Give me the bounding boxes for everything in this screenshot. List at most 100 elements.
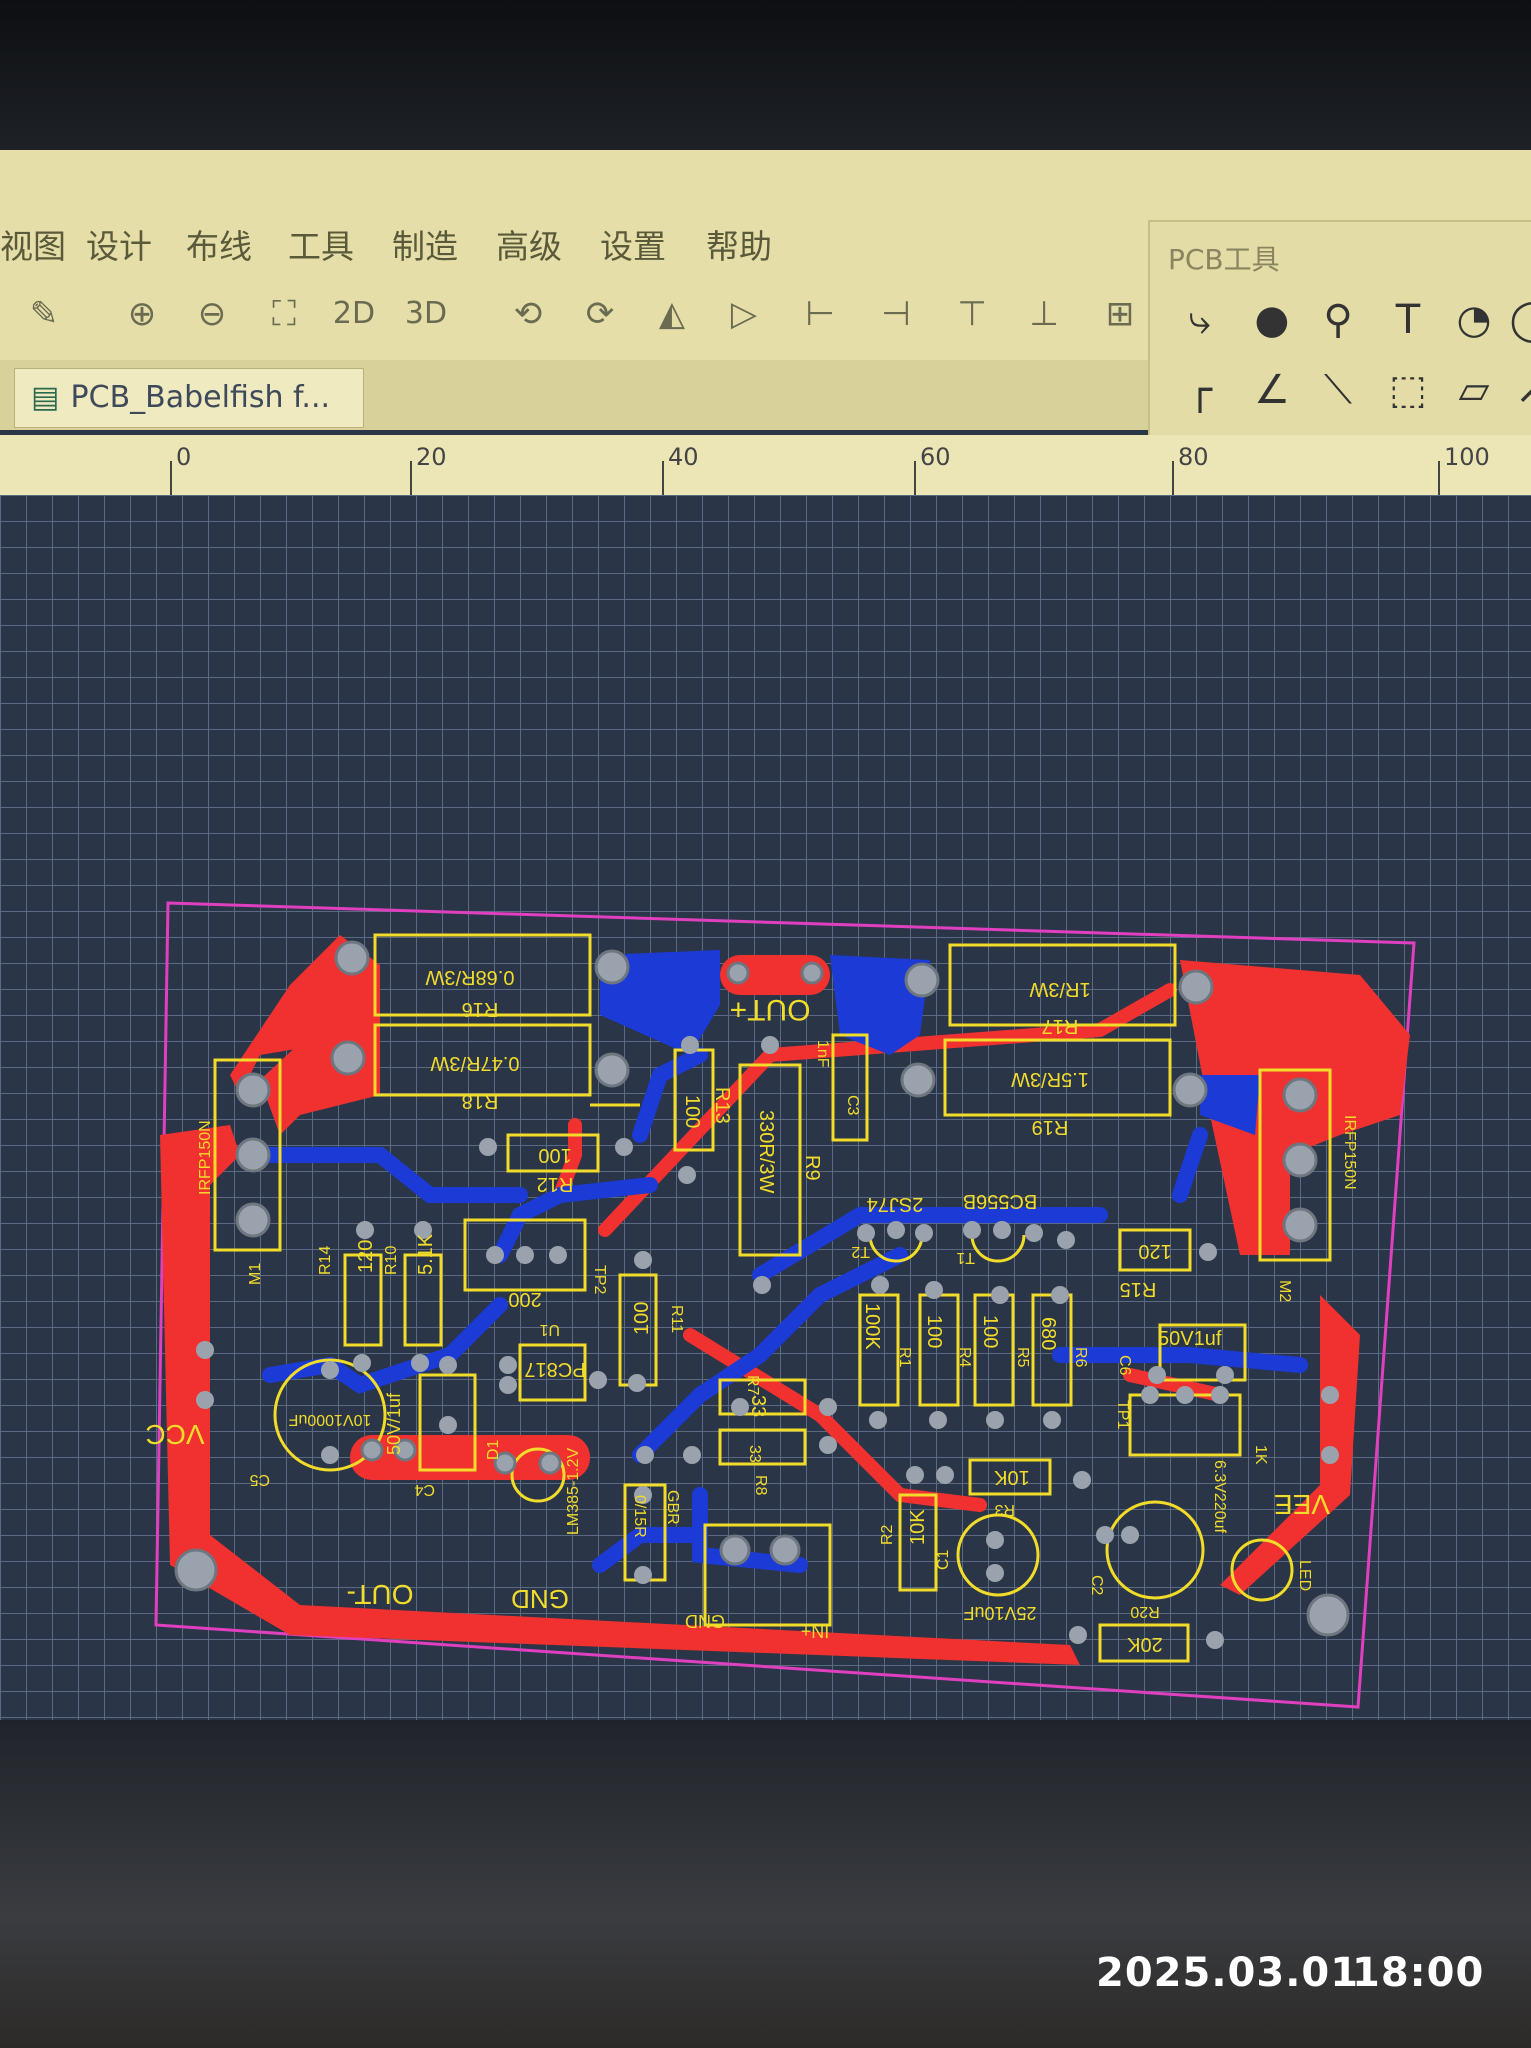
track-icon[interactable]: ⤷ <box>1174 294 1226 346</box>
label-r20: R20 <box>1130 1603 1159 1620</box>
label-r18: R18 <box>462 1090 499 1112</box>
label-u1-value: PC817 <box>524 1358 585 1380</box>
label-r16: R16 <box>462 998 499 1020</box>
label-r7-value: 33 <box>747 1395 769 1417</box>
label-gnd: GND <box>511 1584 569 1614</box>
photo-date-stamp: 2025.03.01 <box>1096 1950 1360 1996</box>
ruler-icon[interactable]: ✎ <box>20 290 68 338</box>
menu-view[interactable]: 视图 <box>0 220 66 268</box>
label-r4-value: 100 <box>923 1315 945 1348</box>
label-r14: R14 <box>317 1246 334 1275</box>
ruler-tick: 20 <box>416 443 447 471</box>
screen: 视图 设计 布线 工具 制造 高级 设置 帮助 ✎ ⊕ ⊖ ⛶ 2D 3D ⟲ … <box>0 150 1531 1720</box>
label-r1: R1 <box>896 1347 913 1368</box>
label-c2: C2 <box>1088 1575 1105 1596</box>
line-icon[interactable]: ⟍ <box>1312 364 1364 416</box>
label-r19: R19 <box>1032 1116 1069 1138</box>
menu-design[interactable]: 设计 <box>86 220 152 268</box>
via-icon[interactable]: ⚲ <box>1312 294 1364 346</box>
label-r7: R7 <box>744 1375 761 1396</box>
angle-icon[interactable]: ∠ <box>1246 364 1298 416</box>
label-r12: R12 <box>537 1173 574 1195</box>
label-r12-value: 100 <box>538 1144 571 1166</box>
ruler-tick: 0 <box>176 443 192 471</box>
label-r13-value: 100 <box>681 1095 703 1128</box>
label-out-minus: OUT- <box>347 1579 414 1610</box>
menu-help[interactable]: 帮助 <box>706 220 772 268</box>
label-r11: R11 <box>668 1305 685 1333</box>
label-lm385: LM385-1.2V <box>565 1448 582 1535</box>
ruler-tick: 40 <box>668 443 699 471</box>
label-gnd-input: GND <box>685 1611 725 1631</box>
menu-advanced[interactable]: 高级 <box>496 220 562 268</box>
view-3d-button[interactable]: 3D <box>396 290 456 338</box>
fit-view-icon[interactable]: ⛶ <box>260 290 308 338</box>
label-c5-value: 10V1000uF <box>288 1411 371 1428</box>
flip-horizontal-icon[interactable]: ◭ <box>648 290 696 338</box>
label-r2: R2 <box>879 1524 896 1545</box>
monitor-bezel-top <box>0 0 1531 150</box>
label-r5: R5 <box>1014 1347 1031 1368</box>
zoom-in-icon[interactable]: ⊕ <box>118 290 166 338</box>
tab-label: PCB_Babelfish f... <box>70 380 331 415</box>
align-center-icon[interactable]: ⊞ <box>1096 290 1144 338</box>
photo-time-stamp: 18:00 <box>1352 1950 1485 1996</box>
pad-icon[interactable]: ● <box>1246 294 1298 346</box>
label-t1-value: BC556B <box>963 1190 1038 1212</box>
view-2d-button[interactable]: 2D <box>324 290 384 338</box>
label-r-200: 200 <box>508 1288 541 1310</box>
tab-pcb-babelfish[interactable]: ▤ PCB_Babelfish f... <box>14 368 364 428</box>
pcb-file-icon: ▤ <box>31 380 60 415</box>
arc-icon[interactable]: ◔ <box>1448 294 1500 346</box>
menu-tools[interactable]: 工具 <box>288 220 354 268</box>
ruler-tick: 100 <box>1444 443 1490 471</box>
rotate-left-icon[interactable]: ⟲ <box>504 290 552 338</box>
menu-settings[interactable]: 设置 <box>600 220 666 268</box>
rotate-right-icon[interactable]: ⟳ <box>576 290 624 338</box>
label-vcc: VCC <box>145 1419 204 1450</box>
align-right-icon[interactable]: ⊣ <box>872 290 920 338</box>
label-r20-value: 20K <box>1127 1633 1163 1655</box>
label-r14-value: 120 <box>355 1240 377 1273</box>
menu-fabricate[interactable]: 制造 <box>392 220 458 268</box>
circle-icon[interactable]: ◯ <box>1506 294 1531 346</box>
label-r13: R13 <box>711 1087 733 1124</box>
label-r15: R15 <box>1120 1278 1157 1300</box>
document-tabs: ▤ PCB_Babelfish f... <box>0 360 1150 430</box>
label-r11-value: 100 <box>631 1302 653 1335</box>
label-vee: VEE <box>1274 1489 1330 1520</box>
label-d1: D1 <box>485 1439 502 1460</box>
label-c6-value: 50V1uf <box>1158 1328 1222 1350</box>
label-t2: T2 <box>851 1243 870 1260</box>
label-in-plus: IN+ <box>801 1621 830 1641</box>
pcb-canvas[interactable]: 0.68R/3W R16 0.47R/3W R18 OUT+ 1R/3W R17… <box>0 495 1531 1720</box>
label-c4: C4 <box>414 1481 435 1498</box>
label-r6-value: 680 <box>1037 1317 1059 1350</box>
label-tp2: TP2 <box>591 1265 608 1294</box>
label-c6: C6 <box>1116 1355 1133 1376</box>
pcb-board[interactable]: 0.68R/3W R16 0.47R/3W R18 OUT+ 1R/3W R17… <box>0 495 1531 1720</box>
label-r6: R6 <box>1072 1347 1089 1368</box>
label-r10-value: 5.1K <box>415 1233 437 1275</box>
region-icon[interactable]: ⬚ <box>1382 364 1434 416</box>
arrow-icon[interactable]: ↗ <box>1506 364 1531 416</box>
label-r8-value: 33 <box>746 1445 763 1463</box>
label-r10: R10 <box>383 1246 400 1275</box>
label-r1-value: 100K <box>861 1303 883 1350</box>
pcb-tools-title: PCB工具 <box>1168 243 1280 276</box>
align-left-icon[interactable]: ⊢ <box>796 290 844 338</box>
pcb-tools-panel: PCB工具 ⤷ ● ⚲ T ◔ ◯ ┌ ∠ ⟍ ⬚ ▱ ↗ <box>1148 220 1531 444</box>
align-bottom-icon[interactable]: ⊥ <box>1020 290 1068 338</box>
label-r-1k: 1K <box>1252 1445 1269 1465</box>
text-icon[interactable]: T <box>1382 294 1434 346</box>
zoom-out-icon[interactable]: ⊖ <box>188 290 236 338</box>
label-t2-value: 2SJ74 <box>867 1193 924 1215</box>
align-top-icon[interactable]: ⊤ <box>948 290 996 338</box>
polygon-icon[interactable]: ▱ <box>1448 364 1500 416</box>
corner-icon[interactable]: ┌ <box>1174 364 1226 416</box>
flip-vertical-icon[interactable]: ▷ <box>720 290 768 338</box>
label-tp1: TP1 <box>1114 1400 1131 1429</box>
label-c5: C5 <box>249 1471 270 1488</box>
menu-route[interactable]: 布线 <box>186 220 252 268</box>
label-r5-value: 100 <box>979 1315 1001 1348</box>
